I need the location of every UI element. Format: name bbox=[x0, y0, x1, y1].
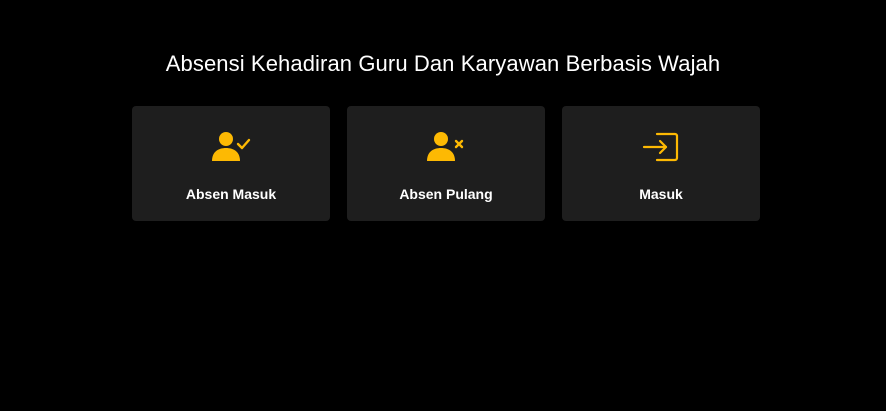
masuk-label: Masuk bbox=[639, 186, 683, 202]
absen-pulang-button[interactable]: Absen Pulang bbox=[347, 106, 545, 221]
login-icon bbox=[562, 131, 760, 163]
page: Absensi Kehadiran Guru Dan Karyawan Berb… bbox=[0, 0, 886, 411]
absen-pulang-label: Absen Pulang bbox=[399, 186, 493, 202]
user-check-icon bbox=[132, 131, 330, 163]
absen-masuk-label: Absen Masuk bbox=[185, 186, 277, 202]
user-x-icon bbox=[347, 131, 545, 163]
absen-masuk-button[interactable]: Absen Masuk bbox=[132, 106, 330, 221]
page-title: Absensi Kehadiran Guru Dan Karyawan Berb… bbox=[165, 51, 721, 76]
masuk-button[interactable]: Masuk bbox=[562, 106, 760, 221]
